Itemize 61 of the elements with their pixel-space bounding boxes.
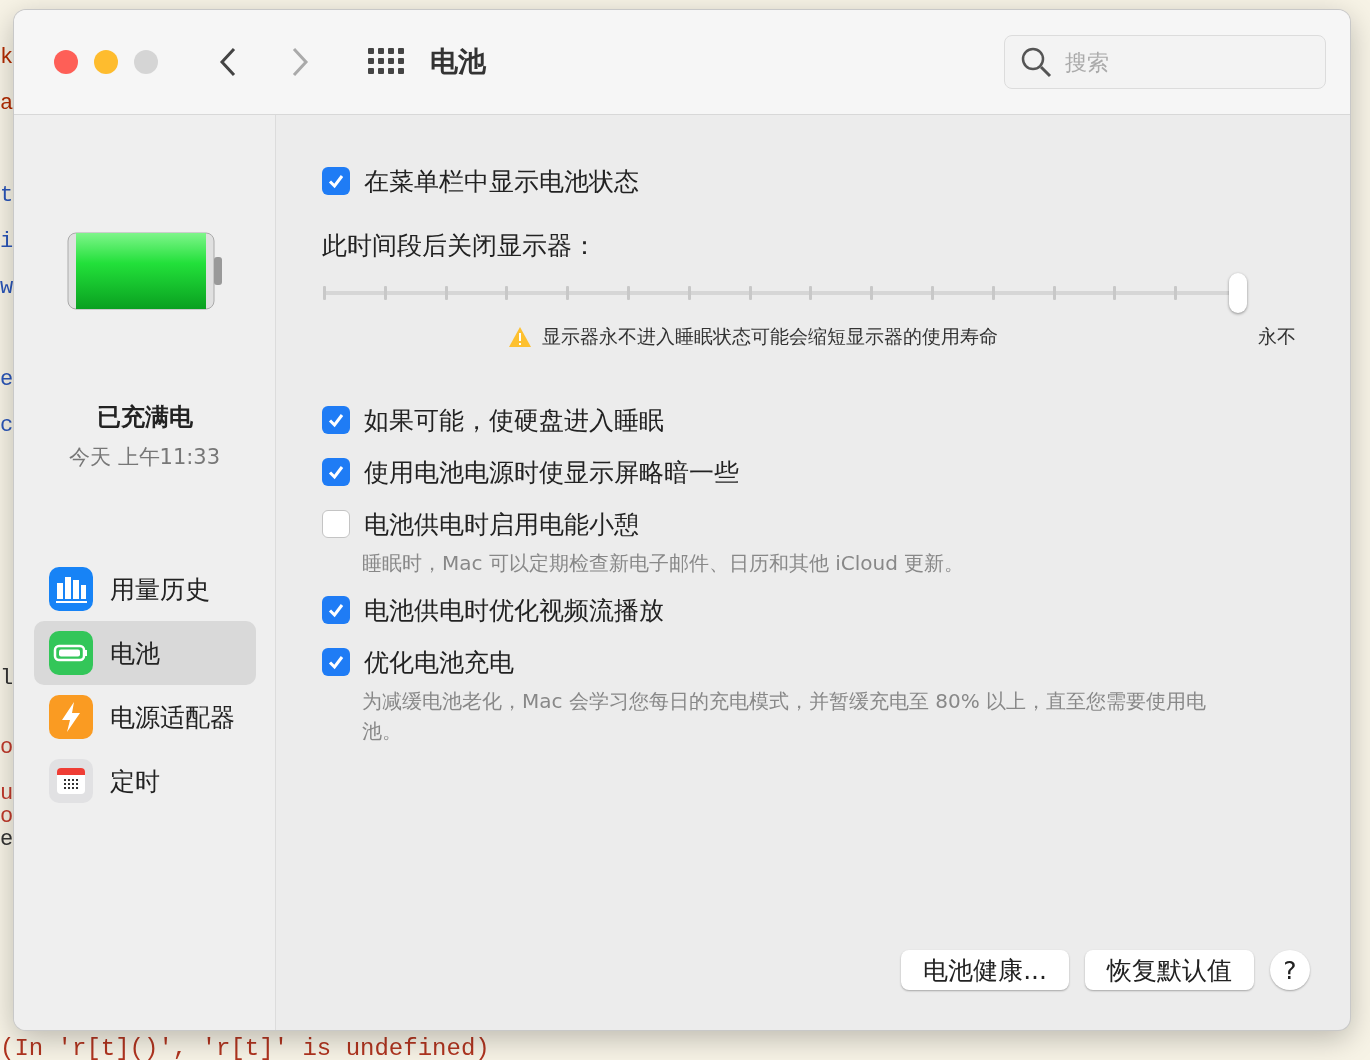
close-button[interactable] [54, 50, 78, 74]
code-fragment: o [0, 805, 14, 828]
slider-label: 此时间段后关闭显示器： [322, 230, 598, 262]
error-message: (In 'r[t]()', 'r[t]' is undefined) [0, 1035, 490, 1060]
sidebar-item-label: 定时 [109, 765, 160, 798]
checkbox[interactable] [322, 458, 350, 486]
calendar-icon [47, 758, 94, 804]
checkbox[interactable] [322, 167, 350, 195]
slider-thumb[interactable] [1229, 273, 1247, 313]
search-field[interactable]: 搜索 [1004, 35, 1326, 89]
checkbox-label: 优化电池充电 [364, 646, 514, 679]
code-fragment: w [0, 276, 14, 299]
checkbox[interactable] [322, 596, 350, 624]
code-fragment: c [0, 414, 14, 437]
sidebar-item[interactable]: 电源适配器 [33, 685, 256, 749]
chevron-left-icon [218, 46, 238, 78]
sidebar-item-label: 电源适配器 [109, 701, 235, 734]
sidebar-item[interactable]: 定时 [33, 749, 256, 813]
charge-status: 已充满电 [96, 402, 193, 433]
code-fragment: o [0, 736, 14, 759]
slider[interactable] [322, 272, 1248, 314]
checkmark-icon [327, 653, 345, 671]
checkbox-label: 电池供电时启用电能小憩 [364, 508, 639, 541]
checkbox[interactable] [322, 406, 350, 434]
checkmark-icon [327, 601, 345, 619]
checkbox[interactable] [322, 510, 350, 538]
code-fragment: e [0, 828, 14, 851]
checkbox-label: 在菜单栏中显示电池状态 [364, 165, 639, 198]
chevron-right-icon [290, 46, 310, 78]
checkmark-icon [327, 463, 345, 481]
checkbox[interactable] [322, 648, 350, 676]
sidebar-item-label: 用量历史 [109, 573, 210, 606]
warning-icon [508, 326, 532, 348]
search-icon [1020, 46, 1052, 78]
code-fragment: l [0, 667, 14, 690]
charge-time: 今天 上午11:33 [68, 444, 221, 471]
checkmark-icon [327, 411, 345, 429]
setting-note: 睡眠时，Mac 可以定期检查新电子邮件、日历和其他 iCloud 更新。 [362, 550, 966, 577]
action-button[interactable]: 恢复默认值 [1085, 950, 1254, 990]
code-fragment: t [0, 184, 14, 207]
sidebar-item[interactable]: 电池 [33, 621, 256, 685]
lightning-icon [47, 694, 94, 740]
sidebar-item-label: 电池 [109, 637, 160, 670]
code-fragment: e [0, 368, 14, 391]
help-button[interactable]: ? [1270, 950, 1310, 990]
checkbox-label: 电池供电时优化视频流播放 [364, 594, 664, 627]
code-fragment: a [0, 92, 14, 115]
bar-chart-icon [47, 566, 94, 612]
checkmark-icon [327, 172, 345, 190]
checkbox-label: 如果可能，使硬盘进入睡眠 [364, 404, 664, 437]
slider-end-label: 永不 [1258, 324, 1296, 349]
sidebar-item[interactable]: 用量历史 [33, 557, 256, 621]
warning-text: 显示器永不进入睡眠状态可能会缩短显示器的使用寿命 [542, 324, 998, 349]
code-fragment: i [0, 230, 14, 253]
checkbox-label: 使用电池电源时使显示屏略暗一些 [364, 456, 739, 489]
code-fragment: k [0, 46, 14, 69]
action-button[interactable]: 电池健康... [901, 950, 1069, 990]
battery-icon [47, 630, 94, 676]
setting-note: 为减缓电池老化，Mac 会学习您每日的充电模式，并暂缓充电至 80% 以上，直至您需要使用电池。 [362, 688, 1208, 745]
window-title: 电池 [430, 44, 486, 80]
code-fragment: u [0, 782, 14, 805]
